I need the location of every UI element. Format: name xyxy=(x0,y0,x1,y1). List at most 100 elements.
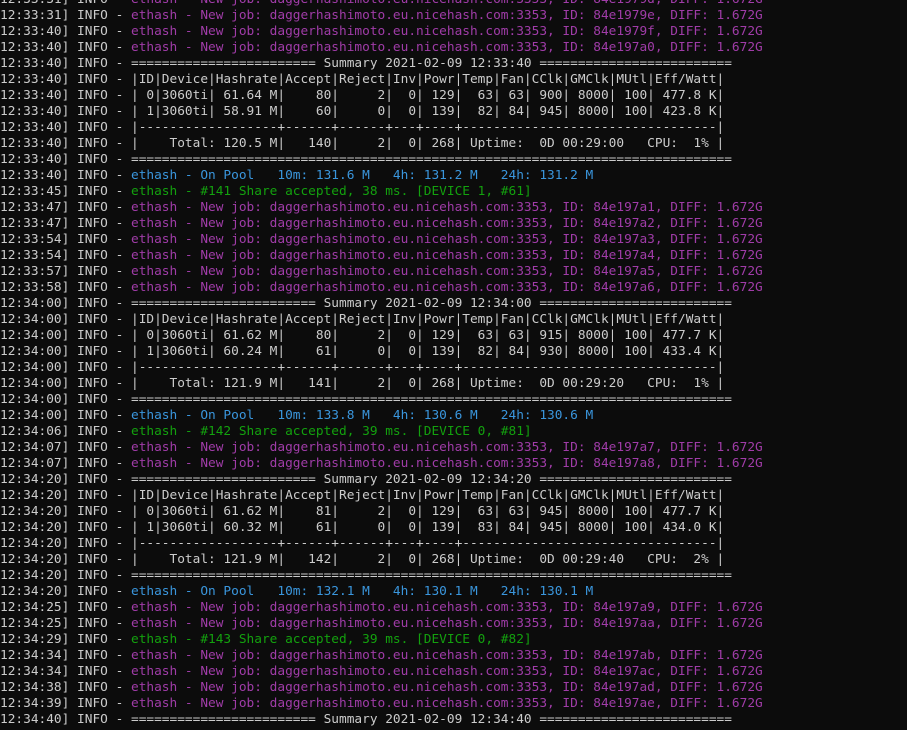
log-timestamp: 12:34:00] xyxy=(0,328,70,343)
log-level: INFO - xyxy=(69,584,131,599)
log-level: INFO - xyxy=(69,104,131,119)
log-line: 12:33:40] INFO - ethash - New job: dagge… xyxy=(0,24,907,40)
log-line: 12:33:40] INFO - |------------------+---… xyxy=(0,120,907,136)
log-level: INFO - xyxy=(69,8,131,23)
log-level: INFO - xyxy=(69,664,131,679)
log-timestamp: 12:33:45] xyxy=(0,184,70,199)
log-level: INFO - xyxy=(69,424,131,439)
log-level: INFO - xyxy=(69,568,131,583)
log-message: ========================================… xyxy=(130,568,732,583)
log-message: ethash - New job: daggerhashimoto.eu.nic… xyxy=(130,664,763,679)
log-timestamp: 12:34:06] xyxy=(0,424,70,439)
log-timestamp: 12:34:00] xyxy=(0,296,70,311)
log-line: 12:33:54] INFO - ethash - New job: dagge… xyxy=(0,248,907,264)
log-level: INFO - xyxy=(69,456,131,471)
log-line: 12:34:29] INFO - ethash - #143 Share acc… xyxy=(0,632,907,648)
log-timestamp: 12:33:47] xyxy=(0,216,70,231)
log-line: 12:34:20] INFO - |------------------+---… xyxy=(0,536,907,552)
log-line: 12:34:00] INFO - ethash - On Pool 10m: 1… xyxy=(0,408,907,424)
log-line: 12:33:45] INFO - ethash - #141 Share acc… xyxy=(0,184,907,200)
log-timestamp: 12:33:40] xyxy=(0,72,70,87)
log-level: INFO - xyxy=(69,408,131,423)
log-timestamp: 12:33:40] xyxy=(0,56,70,71)
log-level: INFO - xyxy=(69,440,131,455)
log-message: ethash - New job: daggerhashimoto.eu.nic… xyxy=(130,280,763,295)
log-line: 12:34:20] INFO - | 1|3060ti| 60.32 M| 61… xyxy=(0,520,907,536)
log-line: 12:33:57] INFO - ethash - New job: dagge… xyxy=(0,264,907,280)
log-timestamp: 12:34:25] xyxy=(0,616,70,631)
log-line: 12:34:20] INFO - ethash - On Pool 10m: 1… xyxy=(0,584,907,600)
log-message: ethash - On Pool 10m: 131.6 M 4h: 131.2 … xyxy=(130,168,594,183)
log-line: 12:33:40] INFO - ethash - New job: dagge… xyxy=(0,40,907,56)
log-line: 12:34:34] INFO - ethash - New job: dagge… xyxy=(0,648,907,664)
log-timestamp: 12:34:34] xyxy=(0,648,70,663)
log-message: |ID|Device|Hashrate|Accept|Reject|Inv|Po… xyxy=(130,72,725,87)
log-message: ========================================… xyxy=(130,392,732,407)
log-timestamp: 12:33:58] xyxy=(0,280,70,295)
log-line: 12:33:47] INFO - ethash - New job: dagge… xyxy=(0,216,907,232)
log-line: 12:34:20] INFO - | Total: 121.9 M| 142| … xyxy=(0,552,907,568)
log-timestamp: 12:33:40] xyxy=(0,88,70,103)
log-message: ethash - New job: daggerhashimoto.eu.nic… xyxy=(130,680,763,695)
log-level: INFO - xyxy=(69,264,131,279)
log-line: 12:34:20] INFO - =======================… xyxy=(0,472,907,488)
log-timestamp: 12:33:40] xyxy=(0,136,70,151)
log-line: 12:33:40] INFO - =======================… xyxy=(0,152,907,168)
log-message: | Total: 121.9 M| 142| 2| 0| 268| Uptime… xyxy=(130,552,725,567)
log-timestamp: 12:33:40] xyxy=(0,24,70,39)
log-level: INFO - xyxy=(69,648,131,663)
log-message: |------------------+------+------+---+--… xyxy=(130,120,725,135)
log-line: 12:33:40] INFO - | 0|3060ti| 61.64 M| 80… xyxy=(0,88,907,104)
log-level: INFO - xyxy=(69,136,131,151)
log-message: ethash - New job: daggerhashimoto.eu.nic… xyxy=(130,40,763,55)
log-timestamp: 12:34:20] xyxy=(0,536,70,551)
log-message: ethash - New job: daggerhashimoto.eu.nic… xyxy=(130,600,763,615)
log-timestamp: 12:34:00] xyxy=(0,312,70,327)
log-line: 12:34:20] INFO - | 0|3060ti| 61.62 M| 81… xyxy=(0,504,907,520)
log-level: INFO - xyxy=(69,520,131,535)
log-line: 12:33:40] INFO - | Total: 120.5 M| 140| … xyxy=(0,136,907,152)
log-level: INFO - xyxy=(69,72,131,87)
log-timestamp: 12:33:31] xyxy=(0,8,70,23)
log-timestamp: 12:34:39] xyxy=(0,696,70,711)
log-timestamp: 12:33:40] xyxy=(0,40,70,55)
log-timestamp: 12:34:00] xyxy=(0,392,70,407)
log-timestamp: 12:34:34] xyxy=(0,664,70,679)
log-line: 12:34:20] INFO - |ID|Device|Hashrate|Acc… xyxy=(0,488,907,504)
log-message: | 1|3060ti| 58.91 M| 60| 0| 0| 139| 82| … xyxy=(130,104,725,119)
log-level: INFO - xyxy=(69,232,131,247)
log-timestamp: 12:34:20] xyxy=(0,552,70,567)
log-timestamp: 12:34:00] xyxy=(0,344,70,359)
log-level: INFO - xyxy=(69,312,131,327)
log-message: ethash - On Pool 10m: 132.1 M 4h: 130.1 … xyxy=(130,584,594,599)
log-timestamp: 12:33:57] xyxy=(0,264,70,279)
log-line: 12:33:40] INFO - =======================… xyxy=(0,56,907,72)
log-message: | 1|3060ti| 60.24 M| 61| 0| 0| 139| 82| … xyxy=(130,344,725,359)
log-timestamp: 12:33:40] xyxy=(0,104,70,119)
log-line: 12:34:38] INFO - ethash - New job: dagge… xyxy=(0,680,907,696)
log-line: 12:34:00] INFO - | 1|3060ti| 60.24 M| 61… xyxy=(0,344,907,360)
log-level: INFO - xyxy=(69,184,131,199)
log-level: INFO - xyxy=(69,168,131,183)
log-level: INFO - xyxy=(69,632,131,647)
log-timestamp: 12:34:29] xyxy=(0,632,70,647)
log-line: 12:34:20] INFO - =======================… xyxy=(0,568,907,584)
log-level: INFO - xyxy=(69,616,131,631)
log-timestamp: 12:34:20] xyxy=(0,568,70,583)
log-line: 12:33:40] INFO - | 1|3060ti| 58.91 M| 60… xyxy=(0,104,907,120)
log-level: INFO - xyxy=(69,88,131,103)
log-line: 12:34:00] INFO - |ID|Device|Hashrate|Acc… xyxy=(0,312,907,328)
log-timestamp: 12:34:00] xyxy=(0,360,70,375)
log-message: ethash - #142 Share accepted, 39 ms. [DE… xyxy=(130,424,532,439)
log-message: ethash - New job: daggerhashimoto.eu.nic… xyxy=(130,648,763,663)
log-message: ethash - New job: daggerhashimoto.eu.nic… xyxy=(130,456,763,471)
log-timestamp: 12:34:20] xyxy=(0,472,70,487)
log-line: 12:34:25] INFO - ethash - New job: dagge… xyxy=(0,616,907,632)
log-line: 12:33:31] INFO - ethash - New job: dagge… xyxy=(0,8,907,24)
log-line: 12:34:40] INFO - =======================… xyxy=(0,712,907,728)
terminal-output[interactable]: 12:33:31] INFO - ethash - New job: dagge… xyxy=(0,0,907,728)
log-message: ethash - New job: daggerhashimoto.eu.nic… xyxy=(130,216,763,231)
log-level: INFO - xyxy=(69,216,131,231)
log-message: |------------------+------+------+---+--… xyxy=(130,360,725,375)
log-timestamp: 12:34:20] xyxy=(0,488,70,503)
